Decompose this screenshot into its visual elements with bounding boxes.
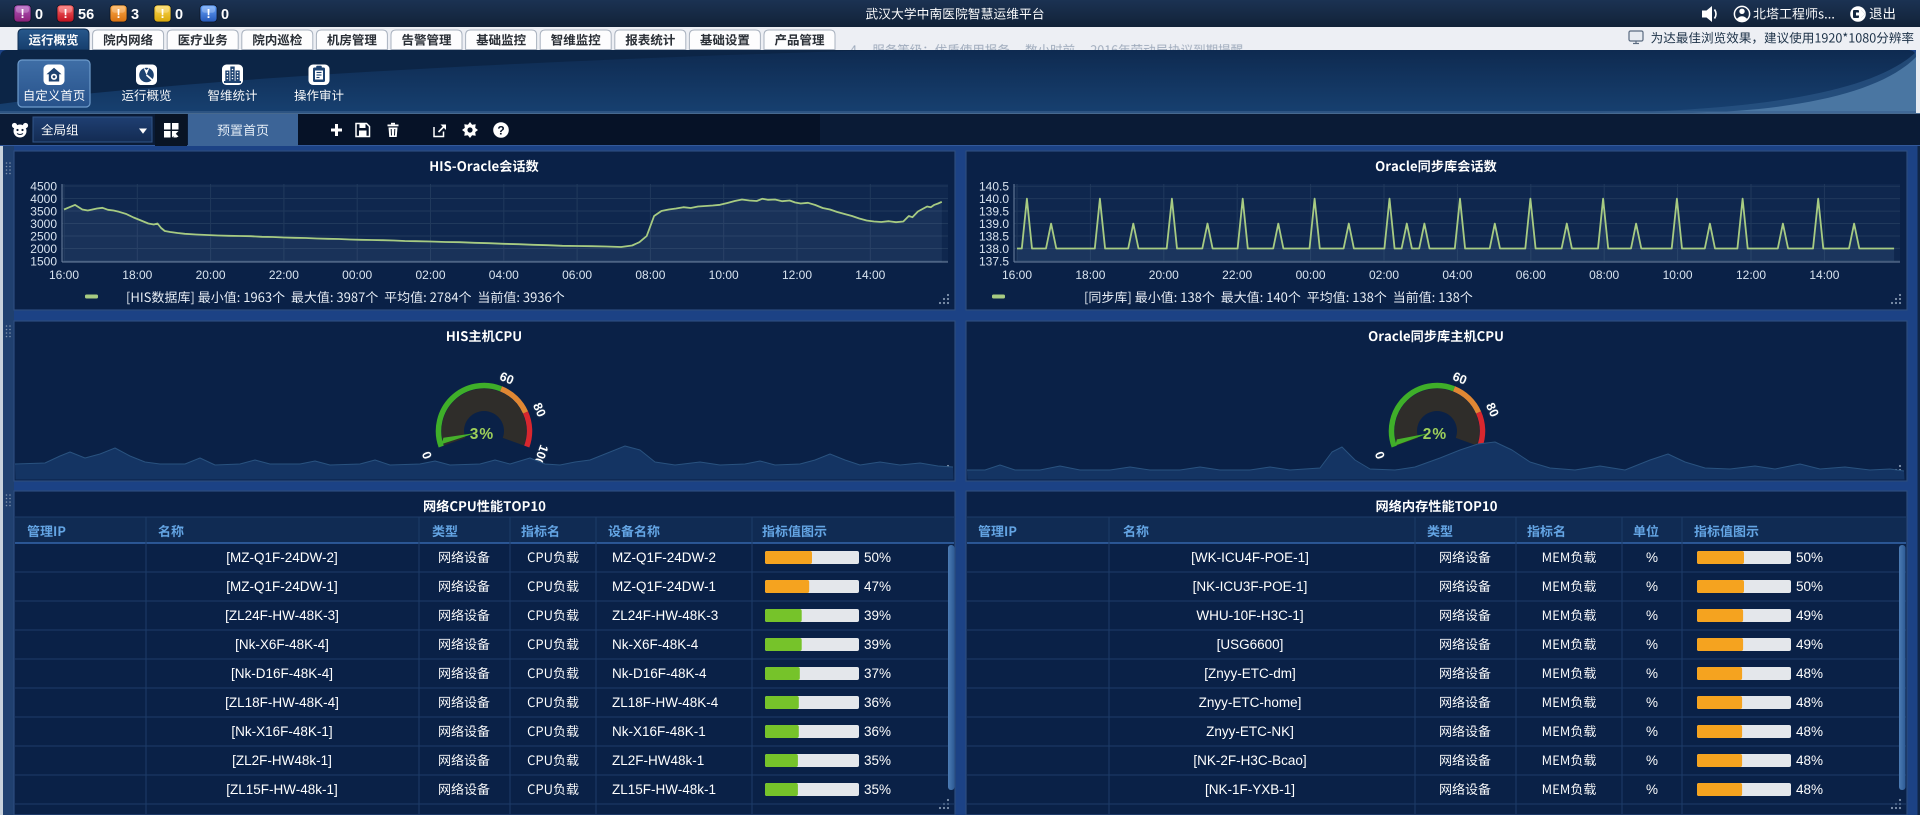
svg-text:[Nk-X6F-48K-4]: [Nk-X6F-48K-4]	[235, 637, 329, 652]
svg-text:!: !	[206, 6, 210, 21]
svg-text:56: 56	[78, 7, 94, 23]
svg-text:18:00: 18:00	[122, 268, 152, 282]
svg-text:%: %	[1646, 666, 1658, 681]
svg-text:[USG6600]: [USG6600]	[1217, 637, 1284, 652]
svg-text:3: 3	[131, 7, 139, 23]
svg-text:1500: 1500	[30, 255, 57, 269]
svg-text:00:00: 00:00	[1296, 268, 1326, 282]
svg-text:%: %	[1646, 782, 1658, 797]
svg-text:%: %	[1646, 550, 1658, 565]
svg-text:%: %	[1646, 637, 1658, 652]
svg-text:[NK-1F-YXB-1]: [NK-1F-YXB-1]	[1205, 782, 1295, 797]
svg-text:20:00: 20:00	[196, 268, 226, 282]
svg-text:%: %	[1646, 724, 1658, 739]
svg-text:35%: 35%	[864, 753, 891, 768]
svg-text:[ZL2F-HW48k-1]: [ZL2F-HW48k-1]	[232, 753, 332, 768]
svg-text:?: ?	[497, 124, 504, 138]
svg-text:50%: 50%	[864, 550, 891, 565]
svg-text:[ZL24F-HW-48K-3]: [ZL24F-HW-48K-3]	[225, 608, 339, 623]
svg-text:00:00: 00:00	[342, 268, 372, 282]
svg-text:48%: 48%	[1796, 782, 1823, 797]
svg-text:06:00: 06:00	[562, 268, 592, 282]
svg-text:22:00: 22:00	[269, 268, 299, 282]
svg-text:47%: 47%	[864, 579, 891, 594]
svg-text:08:00: 08:00	[1589, 268, 1619, 282]
svg-text:[WK-ICU4F-POE-1]: [WK-ICU4F-POE-1]	[1191, 550, 1309, 565]
svg-text:39%: 39%	[864, 637, 891, 652]
svg-text:04:00: 04:00	[489, 268, 519, 282]
svg-text:!: !	[63, 6, 67, 21]
svg-text:50%: 50%	[1796, 550, 1823, 565]
svg-text:2%: 2%	[1423, 426, 1447, 443]
svg-text:14:00: 14:00	[855, 268, 885, 282]
svg-text:[MZ-Q1F-24DW-2]: [MZ-Q1F-24DW-2]	[226, 550, 338, 565]
svg-text:39%: 39%	[864, 608, 891, 623]
svg-text:02:00: 02:00	[415, 268, 445, 282]
svg-text:0: 0	[221, 7, 229, 23]
svg-text:ZL24F-HW-48K-3: ZL24F-HW-48K-3	[612, 608, 718, 623]
svg-text:[ZL18F-HW-48K-4]: [ZL18F-HW-48K-4]	[225, 695, 339, 710]
svg-text:MZ-Q1F-24DW-2: MZ-Q1F-24DW-2	[612, 550, 716, 565]
svg-text:[Znyy-ETC-dm]: [Znyy-ETC-dm]	[1204, 666, 1296, 681]
svg-text:Nk-X16F-48K-1: Nk-X16F-48K-1	[612, 724, 706, 739]
svg-text:48%: 48%	[1796, 753, 1823, 768]
svg-text:16:00: 16:00	[1002, 268, 1032, 282]
svg-text:ZL15F-HW-48k-1: ZL15F-HW-48k-1	[612, 782, 716, 797]
svg-text:%: %	[1646, 753, 1658, 768]
svg-text:36%: 36%	[864, 695, 891, 710]
svg-text:MZ-Q1F-24DW-1: MZ-Q1F-24DW-1	[612, 579, 716, 594]
svg-text:[Nk-X16F-48K-1]: [Nk-X16F-48K-1]	[231, 724, 332, 739]
svg-text:%: %	[1646, 579, 1658, 594]
svg-text:Nk-X6F-48K-4: Nk-X6F-48K-4	[612, 637, 699, 652]
svg-text:10:00: 10:00	[1663, 268, 1693, 282]
svg-text:[NK-ICU3F-POE-1]: [NK-ICU3F-POE-1]	[1193, 579, 1308, 594]
svg-text:48%: 48%	[1796, 695, 1823, 710]
svg-text:08:00: 08:00	[635, 268, 665, 282]
svg-text:49%: 49%	[1796, 608, 1823, 623]
svg-text:!: !	[160, 6, 164, 21]
svg-text:48%: 48%	[1796, 666, 1823, 681]
svg-text:%: %	[1646, 608, 1658, 623]
svg-text:36%: 36%	[864, 724, 891, 739]
svg-text:20:00: 20:00	[1149, 268, 1179, 282]
svg-text:14:00: 14:00	[1809, 268, 1839, 282]
svg-text:!: !	[20, 6, 24, 21]
svg-text:48%: 48%	[1796, 724, 1823, 739]
svg-text:12:00: 12:00	[1736, 268, 1766, 282]
svg-text:02:00: 02:00	[1369, 268, 1399, 282]
svg-text:04:00: 04:00	[1442, 268, 1472, 282]
svg-text:Znyy-ETC-NK]: Znyy-ETC-NK]	[1206, 724, 1294, 739]
svg-text:18:00: 18:00	[1075, 268, 1105, 282]
svg-text:[ZL15F-HW-48k-1]: [ZL15F-HW-48k-1]	[226, 782, 338, 797]
svg-text:%: %	[1646, 695, 1658, 710]
svg-text:0: 0	[35, 7, 43, 23]
svg-text:[Nk-D16F-48K-4]: [Nk-D16F-48K-4]	[231, 666, 333, 681]
svg-text:Znyy-ETC-home]: Znyy-ETC-home]	[1199, 695, 1302, 710]
svg-text:[NK-2F-H3C-Bcao]: [NK-2F-H3C-Bcao]	[1193, 753, 1306, 768]
svg-text:ZL2F-HW48k-1: ZL2F-HW48k-1	[612, 753, 704, 768]
svg-text:0: 0	[175, 7, 183, 23]
svg-text:16:00: 16:00	[49, 268, 79, 282]
svg-text:ZL18F-HW-48K-4: ZL18F-HW-48K-4	[612, 695, 719, 710]
svg-text:37%: 37%	[864, 666, 891, 681]
svg-text:10:00: 10:00	[709, 268, 739, 282]
svg-text:50%: 50%	[1796, 579, 1823, 594]
svg-text:22:00: 22:00	[1222, 268, 1252, 282]
svg-text:3%: 3%	[470, 426, 494, 443]
svg-text:WHU-10F-H3C-1]: WHU-10F-H3C-1]	[1196, 608, 1303, 623]
svg-text:137.5: 137.5	[979, 254, 1009, 268]
svg-text:06:00: 06:00	[1516, 268, 1546, 282]
svg-text:49%: 49%	[1796, 637, 1823, 652]
svg-text:!: !	[116, 6, 120, 21]
svg-text:12:00: 12:00	[782, 268, 812, 282]
svg-text:35%: 35%	[864, 782, 891, 797]
svg-text:[MZ-Q1F-24DW-1]: [MZ-Q1F-24DW-1]	[226, 579, 338, 594]
svg-text:Nk-D16F-48K-4: Nk-D16F-48K-4	[612, 666, 707, 681]
